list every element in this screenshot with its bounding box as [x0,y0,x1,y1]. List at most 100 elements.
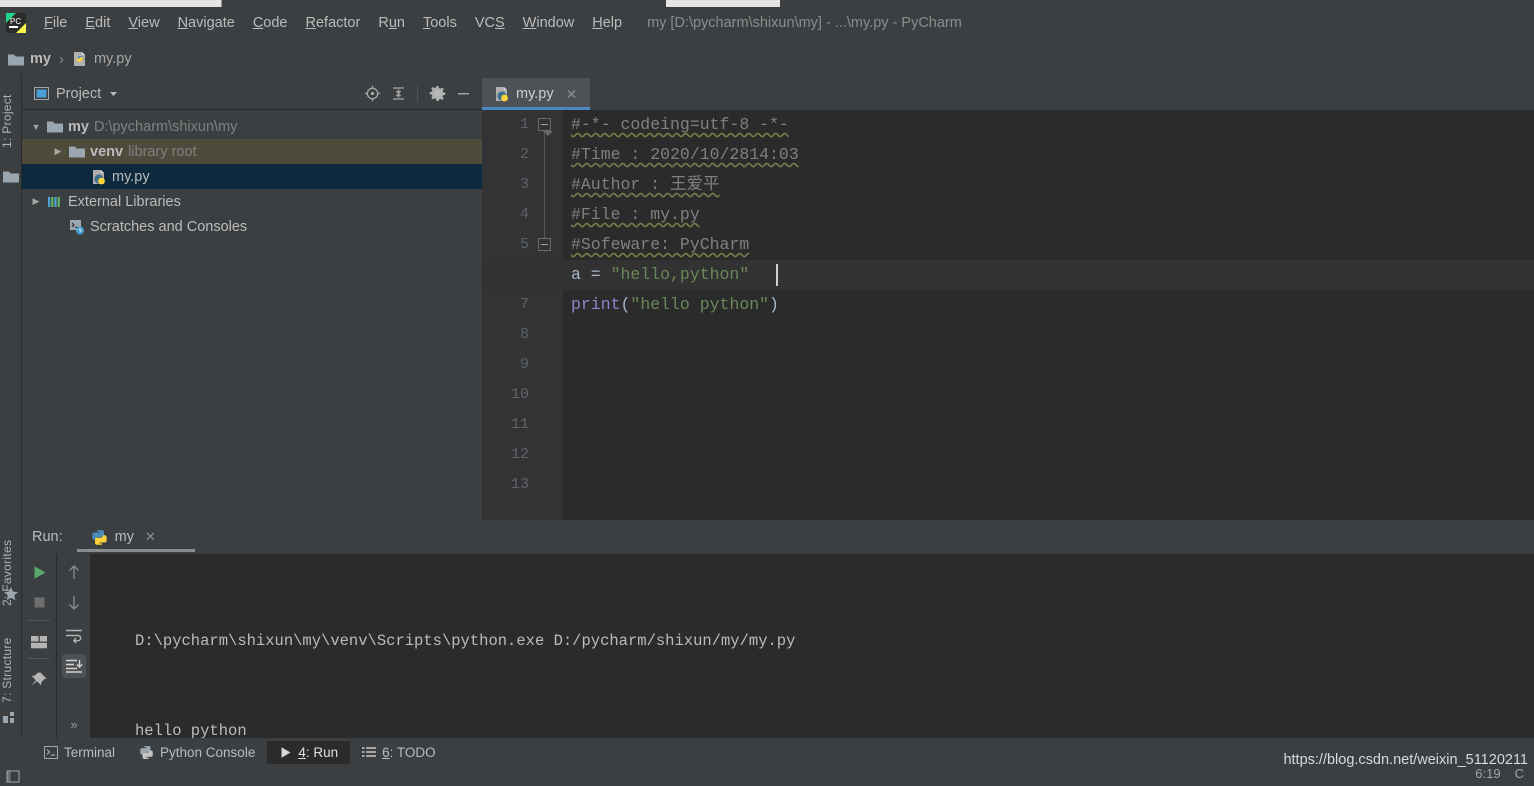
menu-item-refactor[interactable]: Refactor [297,13,370,33]
python-file-icon [91,169,107,185]
status-bar [0,766,1534,786]
code-token-comment: #Sofeware: PyCharm [571,235,750,254]
caret-position[interactable]: 6:19 [1475,766,1500,781]
run-panel-label: Run: [32,529,63,545]
status-item-python-console[interactable]: Python Console [127,741,267,764]
line-separator-indicator[interactable]: C [1515,766,1524,781]
status-item-todo[interactable]: 6: TODO [350,741,448,764]
star-icon[interactable] [3,586,19,602]
collapse-all-icon[interactable] [387,83,409,105]
breadcrumb: my › my.py [0,44,1534,74]
line-number: 9 [519,356,529,373]
tree-row[interactable]: ▶ Scratches and Consoles [22,214,482,239]
menu-item-file[interactable]: File [35,13,76,33]
tree-row[interactable]: ▶ venv library root [22,139,482,164]
close-icon[interactable]: ✕ [566,86,578,103]
folder-icon[interactable] [3,170,19,186]
menu-item-help[interactable]: Help [583,13,631,33]
chevron-down-icon[interactable]: ▼ [30,122,42,132]
menu-item-code[interactable]: Code [244,13,297,33]
toolbar-divider [417,85,418,102]
layout-icon[interactable] [27,630,51,654]
run-toolbar-secondary: » [56,554,90,738]
project-panel-title: Project [56,85,102,102]
window-edge-pane-right [666,0,780,7]
status-item-terminal[interactable]: Terminal [32,741,127,764]
left-tool-strip: 1: Project 2: Favorites 7: Structure [0,74,22,768]
line-number: 11 [510,416,529,433]
tab-my-py[interactable]: my.py ✕ [482,78,590,110]
menu-label-window-rest: indow [536,15,575,31]
scroll-to-end-icon[interactable] [62,654,86,678]
menu-label-refactor-rest: efactor [315,15,361,31]
tree-row[interactable]: ▶ my.py [22,164,482,189]
status-item-run[interactable]: 4: Run [267,740,351,764]
sidebar-item-favorites[interactable]: 2: Favorites [0,526,22,620]
menu-label-code-rest: ode [263,15,288,31]
run-tab-my[interactable]: my ✕ [76,529,195,552]
chevron-right-icon[interactable]: ▶ [30,196,42,207]
breadcrumb-item-file[interactable]: my.py [72,51,132,67]
menu-item-vcs[interactable]: VCS [466,13,514,33]
menu-mnemonic-edit: E [85,15,96,31]
run-icon[interactable] [27,560,51,584]
python-icon [91,529,108,546]
terminal-icon [44,745,58,759]
menu-item-navigate[interactable]: Navigate [169,13,244,33]
editor-gutter[interactable]: 1 2 3 4 5 6 7 8 9 10 11 12 13 [482,110,563,520]
fold-marker-icon[interactable] [538,238,551,251]
run-panel-header: Run: my ✕ [22,520,1534,554]
sidebar-item-structure[interactable]: 7: Structure [0,622,22,718]
tree-item-sublabel: library root [128,143,197,160]
tree-row[interactable]: ▼ my D:\pycharm\shixun\my [22,114,482,139]
menu-mnemonic-vcs: S [494,15,505,31]
up-arrow-icon[interactable] [62,560,86,584]
pin-icon[interactable] [27,668,51,692]
toolbar-divider [28,658,50,659]
code-token-string: "hello,python" [610,265,750,284]
structure-icon[interactable] [3,710,19,726]
down-arrow-icon[interactable] [62,590,86,614]
run-tab-label: my [114,529,134,545]
code-line-6: a = "hello,python" [571,260,749,290]
python-icon [139,745,154,760]
code-editor[interactable]: 1 2 3 4 5 6 7 8 9 10 11 12 13 #-*- codei… [482,110,1534,520]
close-icon[interactable]: ✕ [145,529,156,545]
menu-label-vcs-pre: VC [474,15,495,31]
chevron-down-icon[interactable] [108,88,119,99]
code-token-plain: ) [769,295,779,314]
editor-tab-bar: my.py ✕ [482,78,1534,110]
line-number: 12 [510,446,529,463]
menu-label-file-rest: ile [52,15,68,31]
tree-row[interactable]: ▶ External Libraries [22,189,482,214]
line-number: 4 [519,206,529,223]
stop-icon[interactable] [27,590,51,614]
menu-item-view[interactable]: View [119,13,168,33]
breadcrumb-item-folder[interactable]: my [8,51,51,67]
soft-wrap-icon[interactable] [62,624,86,648]
code-line-5: #Sofeware: PyCharm [571,230,749,260]
menu-label-run-rest: n [396,15,405,31]
menu-item-window[interactable]: Window [514,13,584,33]
gear-icon[interactable] [426,83,448,105]
menu-item-run[interactable]: Run [369,13,414,33]
locate-target-icon[interactable] [361,83,383,105]
line-number: 1 [519,116,529,133]
status-item-mnemonic: 6 [382,744,390,760]
menu-item-edit[interactable]: Edit [76,13,119,33]
show-tool-windows-icon[interactable] [6,769,21,784]
window-edge-pane-left [0,0,222,7]
expand-more-icon[interactable]: » [62,712,86,736]
code-token-string: "hello python" [630,295,770,314]
menu-item-tools[interactable]: Tools [414,13,466,33]
code-token-comment: #Author : 王爱平 [571,175,720,194]
menu-mnemonic-window: W [522,15,537,31]
menu-mnemonic-help: H [592,15,603,31]
sidebar-item-project[interactable]: 1: Project [0,78,22,164]
fold-marker-icon[interactable] [538,118,553,136]
minimize-icon[interactable] [452,83,474,105]
run-icon [279,746,292,759]
run-console-output[interactable]: D:\pycharm\shixun\my\venv\Scripts\python… [90,554,1534,740]
tree-item-label: my.py [112,168,150,185]
chevron-right-icon[interactable]: ▶ [52,146,64,157]
